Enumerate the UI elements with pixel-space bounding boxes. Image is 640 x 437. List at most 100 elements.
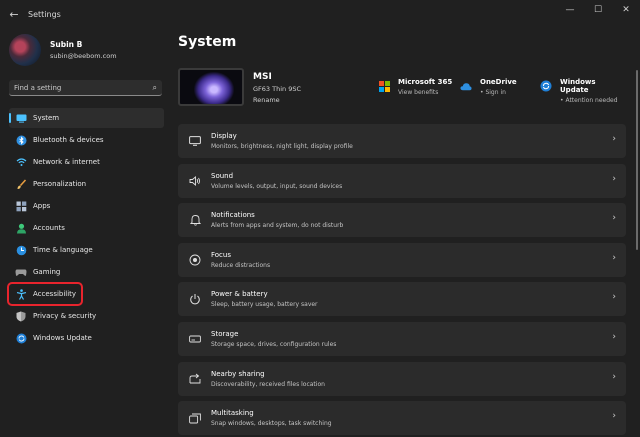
chevron-right-icon: › [612, 331, 616, 342]
accessibility-icon [15, 288, 27, 300]
bell-icon [188, 213, 202, 227]
sidebar-item-gaming[interactable]: Gaming [9, 262, 164, 282]
bluetooth-icon [15, 134, 27, 146]
card-storage[interactable]: Storage Storage space, drives, configura… [178, 321, 626, 356]
quick-link-title: Windows Update [560, 78, 596, 94]
device-thumbnail [178, 68, 244, 106]
app-title: Settings [28, 9, 61, 19]
device-name: MSI [253, 72, 272, 82]
card-title: Storage [211, 329, 239, 338]
sidebar-item-personalization[interactable]: Personalization [9, 174, 164, 194]
card-sound[interactable]: Sound Volume levels, output, input, soun… [178, 163, 626, 198]
card-display[interactable]: Display Monitors, brightness, night ligh… [178, 124, 626, 158]
sidebar-item-system[interactable]: System [9, 108, 164, 128]
avatar [9, 34, 41, 66]
update-icon [15, 332, 27, 344]
microsoft-logo-icon [378, 80, 390, 92]
microsoft-365-link[interactable]: Microsoft 365 View benefits [378, 78, 452, 96]
card-nearby-sharing[interactable]: Nearby sharing Discoverability, received… [178, 361, 626, 396]
card-subtitle: Sleep, battery usage, battery saver [211, 301, 318, 309]
onedrive-link[interactable]: OneDrive • Sign in [460, 78, 517, 96]
card-title: Focus [211, 250, 231, 259]
minimize-button[interactable]: — [556, 0, 584, 20]
share-icon [188, 372, 202, 386]
sidebar-item-label: Privacy & security [33, 312, 97, 320]
device-model: GF63 Thin 9SC [253, 85, 301, 93]
sidebar-item-label: Apps [33, 202, 51, 210]
card-title: Notifications [211, 211, 255, 220]
quick-link-title: OneDrive [480, 78, 517, 86]
speaker-icon [188, 174, 202, 188]
drive-icon [188, 332, 202, 346]
sidebar-item-label: Bluetooth & devices [33, 136, 104, 144]
card-title: Power & battery [211, 290, 268, 299]
back-button[interactable]: ← [0, 0, 28, 28]
sidebar-item-label: System [33, 114, 60, 122]
sidebar-item-network[interactable]: Network & internet [9, 152, 164, 172]
main-content: System MSI GF63 Thin 9SC Rename Microsof… [178, 28, 626, 437]
rename-link[interactable]: Rename [253, 96, 301, 104]
card-title: Multitasking [211, 409, 254, 418]
power-icon [188, 292, 202, 306]
card-focus[interactable]: Focus Reduce distractions › [178, 242, 626, 277]
device-info: MSI GF63 Thin 9SC Rename [253, 72, 301, 104]
multitasking-icon [188, 411, 202, 425]
user-profile[interactable]: Subin B subin@beebom.com [9, 34, 117, 66]
chevron-right-icon: › [612, 134, 616, 144]
quick-link-subtitle: • Attention needed [560, 97, 618, 104]
close-button[interactable]: ✕ [612, 0, 640, 20]
card-subtitle: Volume levels, output, input, sound devi… [211, 182, 343, 190]
maximize-icon: ☐ [593, 5, 603, 15]
person-icon [15, 222, 27, 234]
update-icon [540, 80, 552, 92]
monitor-icon [188, 134, 202, 148]
profile-name: Subin B [50, 40, 83, 49]
sidebar-nav: System Bluetooth & devices Network & int… [7, 108, 164, 350]
sidebar-item-windows-update[interactable]: Windows Update [9, 328, 164, 348]
card-title: Nearby sharing [211, 369, 265, 378]
card-multitasking[interactable]: Multitasking Snap windows, desktops, tas… [178, 401, 626, 436]
quick-link-subtitle: • Sign in [480, 89, 506, 96]
sidebar-item-label: Windows Update [33, 334, 92, 342]
sidebar: Subin B subin@beebom.com Find a setting … [0, 28, 170, 437]
scrollbar[interactable] [636, 70, 638, 250]
windows-update-link[interactable]: Windows Update • Attention needed [540, 78, 626, 104]
sidebar-item-label: Gaming [33, 268, 61, 276]
card-title: Display [211, 132, 237, 140]
chevron-right-icon: › [612, 292, 616, 303]
card-subtitle: Reduce distractions [211, 261, 271, 269]
monitor-icon [15, 112, 27, 124]
profile-email: subin@beebom.com [50, 52, 117, 60]
card-subtitle: Monitors, brightness, night light, displ… [211, 143, 353, 150]
sidebar-item-label: Time & language [33, 246, 93, 254]
maximize-button[interactable]: ☐ [584, 0, 612, 20]
card-title: Sound [211, 171, 234, 180]
minimize-icon: — [565, 5, 575, 15]
chevron-right-icon: › [612, 411, 616, 422]
search-input[interactable]: Find a setting ⌕ [9, 80, 162, 96]
focus-icon [188, 253, 202, 267]
sidebar-item-apps[interactable]: Apps [9, 196, 164, 216]
sidebar-item-label: Personalization [33, 180, 87, 188]
card-subtitle: Storage space, drives, configuration rul… [211, 340, 337, 348]
settings-window: ← Settings — ☐ ✕ Subin B subin@beebom.co… [0, 0, 640, 437]
settings-cards: Display Monitors, brightness, night ligh… [178, 124, 626, 437]
search-placeholder: Find a setting [14, 83, 62, 92]
back-arrow-icon: ← [9, 7, 19, 21]
shield-icon [15, 310, 27, 322]
card-power-battery[interactable]: Power & battery Sleep, battery usage, ba… [178, 282, 626, 317]
sidebar-item-accounts[interactable]: Accounts [9, 218, 164, 238]
quick-link-title: Microsoft 365 [398, 78, 453, 86]
card-notifications[interactable]: Notifications Alerts from apps and syste… [178, 203, 626, 238]
sidebar-item-bluetooth[interactable]: Bluetooth & devices [9, 130, 164, 150]
chevron-right-icon: › [612, 252, 616, 263]
sidebar-item-accessibility[interactable]: Accessibility [7, 282, 83, 306]
sidebar-item-privacy-security[interactable]: Privacy & security [9, 306, 164, 326]
window-controls: — ☐ ✕ [556, 0, 640, 20]
card-subtitle: Discoverability, received files location [211, 380, 325, 388]
card-subtitle: Snap windows, desktops, task switching [211, 420, 332, 428]
chevron-right-icon: › [612, 173, 616, 184]
sidebar-item-time-language[interactable]: Time & language [9, 240, 164, 260]
sidebar-item-label: Network & internet [33, 158, 100, 166]
chevron-right-icon: › [612, 213, 616, 224]
